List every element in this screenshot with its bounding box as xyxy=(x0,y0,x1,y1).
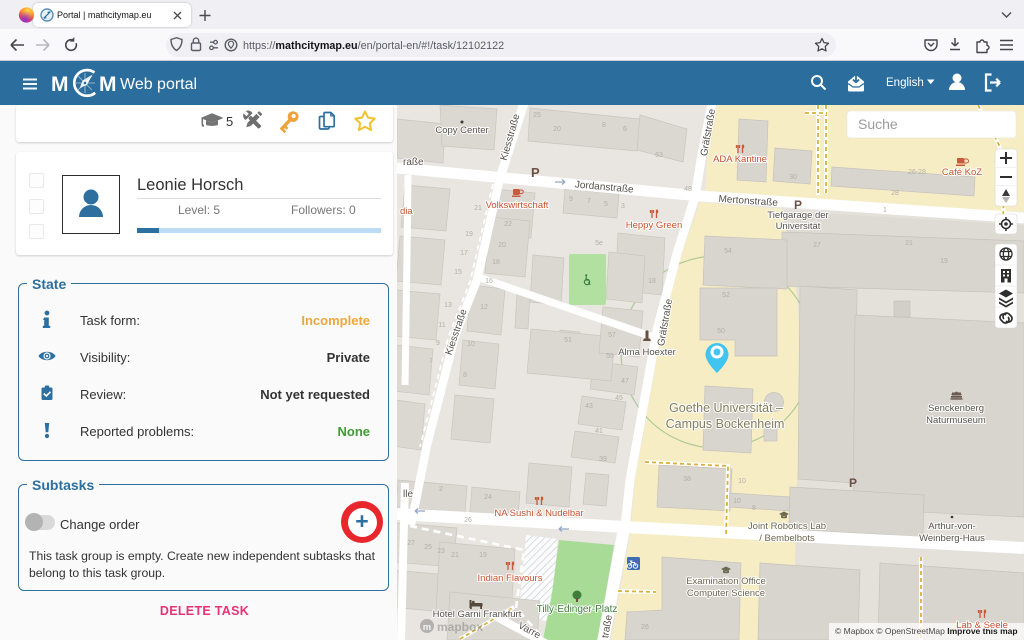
svg-text:50: 50 xyxy=(717,328,725,335)
svg-text:7: 7 xyxy=(429,358,433,365)
svg-text:Universität: Universität xyxy=(776,221,821,232)
svg-text:26-28: 26-28 xyxy=(908,169,926,176)
svg-text:8: 8 xyxy=(752,505,756,512)
svg-text:9: 9 xyxy=(436,340,440,347)
svg-text:Weinberg-Haus: Weinberg-Haus xyxy=(919,533,985,544)
svg-text:5: 5 xyxy=(226,114,233,129)
svg-text:26: 26 xyxy=(464,517,472,524)
svg-text:30: 30 xyxy=(789,174,797,181)
svg-text:21: 21 xyxy=(474,205,482,212)
svg-text:11: 11 xyxy=(438,322,445,329)
svg-text:Examination Office: Examination Office xyxy=(686,576,766,587)
svg-text:m: m xyxy=(423,622,431,633)
svg-text:20: 20 xyxy=(553,126,561,133)
svg-text:Heppy Green: Heppy Green xyxy=(626,220,683,231)
svg-text:M: M xyxy=(99,73,117,96)
svg-text:6: 6 xyxy=(623,126,627,133)
svg-text:2: 2 xyxy=(439,486,443,493)
svg-text:27: 27 xyxy=(407,540,415,547)
svg-text:Campus Bockenheim: Campus Bockenheim xyxy=(666,417,785,431)
svg-text:10: 10 xyxy=(738,478,746,485)
svg-text:5e: 5e xyxy=(595,240,603,247)
svg-text:raße: raße xyxy=(403,157,424,168)
svg-text:8: 8 xyxy=(463,372,467,379)
svg-text:41: 41 xyxy=(595,428,603,435)
svg-text:3: 3 xyxy=(621,203,625,210)
svg-text:19: 19 xyxy=(479,552,487,559)
svg-text:22: 22 xyxy=(504,221,512,228)
svg-text:1: 1 xyxy=(883,207,887,214)
svg-text:Volkswirtschaft: Volkswirtschaft xyxy=(486,200,549,211)
svg-text:21: 21 xyxy=(451,552,459,559)
svg-text:Lab & Seele: Lab & Seele xyxy=(956,620,1008,631)
svg-text:24: 24 xyxy=(484,494,492,501)
svg-text:Café KoZ: Café KoZ xyxy=(942,167,982,178)
svg-text:Suche: Suche xyxy=(858,116,898,132)
svg-text:dia: dia xyxy=(400,206,413,217)
svg-text:8: 8 xyxy=(602,122,606,129)
svg-text:57: 57 xyxy=(608,332,616,339)
svg-text:28: 28 xyxy=(891,190,899,197)
svg-text:26: 26 xyxy=(641,624,649,631)
svg-text:10: 10 xyxy=(467,341,475,348)
svg-text:Computer Science: Computer Science xyxy=(687,588,765,599)
svg-text:23: 23 xyxy=(437,548,445,555)
svg-text:Goethe Universität –: Goethe Universität – xyxy=(669,401,783,415)
svg-text:9: 9 xyxy=(569,196,573,203)
svg-text:Senckenberg: Senckenberg xyxy=(928,403,984,414)
svg-text:5: 5 xyxy=(604,201,608,208)
svg-text:20: 20 xyxy=(498,242,506,249)
svg-text:Hotel Garni Frankfurt: Hotel Garni Frankfurt xyxy=(433,609,522,620)
svg-text:17: 17 xyxy=(460,250,468,257)
svg-text:ADA Kantine: ADA Kantine xyxy=(713,154,767,165)
svg-text:55: 55 xyxy=(606,353,614,360)
svg-text:13: 13 xyxy=(444,302,452,309)
svg-text:mapbox: mapbox xyxy=(437,620,483,634)
svg-text:21: 21 xyxy=(905,240,913,247)
svg-text:19: 19 xyxy=(940,258,948,265)
svg-text:47: 47 xyxy=(621,378,629,385)
svg-text:Tilly-Edinger-Platz: Tilly-Edinger-Platz xyxy=(537,604,618,615)
svg-text:Joint Robotics Lab: Joint Robotics Lab xyxy=(748,521,826,532)
svg-text:Indian Flavours: Indian Flavours xyxy=(478,573,543,584)
svg-text:19: 19 xyxy=(465,231,473,238)
svg-text:43: 43 xyxy=(585,403,593,410)
svg-text:Alma Hoexter: Alma Hoexter xyxy=(618,347,676,358)
svg-text:16: 16 xyxy=(485,278,493,285)
svg-text:/ Bembelbots: / Bembelbots xyxy=(759,533,815,544)
svg-text:Naturmuseum: Naturmuseum xyxy=(926,415,986,426)
svg-text:lle: lle xyxy=(403,489,413,500)
svg-text:48: 48 xyxy=(684,186,692,193)
svg-text:P: P xyxy=(531,165,540,180)
svg-text:39: 39 xyxy=(599,456,607,463)
svg-text:18: 18 xyxy=(648,278,656,285)
svg-text:51: 51 xyxy=(564,337,572,344)
svg-text:7: 7 xyxy=(587,198,591,205)
svg-text:10: 10 xyxy=(733,498,741,505)
svg-text:54: 54 xyxy=(724,248,732,255)
svg-text:63: 63 xyxy=(655,152,663,159)
svg-text:NA Sushi & Nudelbar: NA Sushi & Nudelbar xyxy=(494,508,583,519)
svg-text:27: 27 xyxy=(813,242,821,249)
svg-text:18: 18 xyxy=(492,259,500,266)
svg-text:38: 38 xyxy=(683,476,691,483)
svg-text:52: 52 xyxy=(722,292,730,299)
svg-text:12: 12 xyxy=(480,304,488,311)
svg-text:25: 25 xyxy=(533,112,541,119)
svg-text:25: 25 xyxy=(424,544,432,551)
svg-text:M: M xyxy=(51,73,69,96)
svg-text:45: 45 xyxy=(615,395,623,402)
svg-text:Copy Center: Copy Center xyxy=(435,125,488,136)
svg-text:15: 15 xyxy=(454,269,462,276)
svg-text:P: P xyxy=(794,198,802,212)
svg-text:Arthur-von-: Arthur-von- xyxy=(928,521,976,532)
svg-text:P: P xyxy=(849,476,857,490)
